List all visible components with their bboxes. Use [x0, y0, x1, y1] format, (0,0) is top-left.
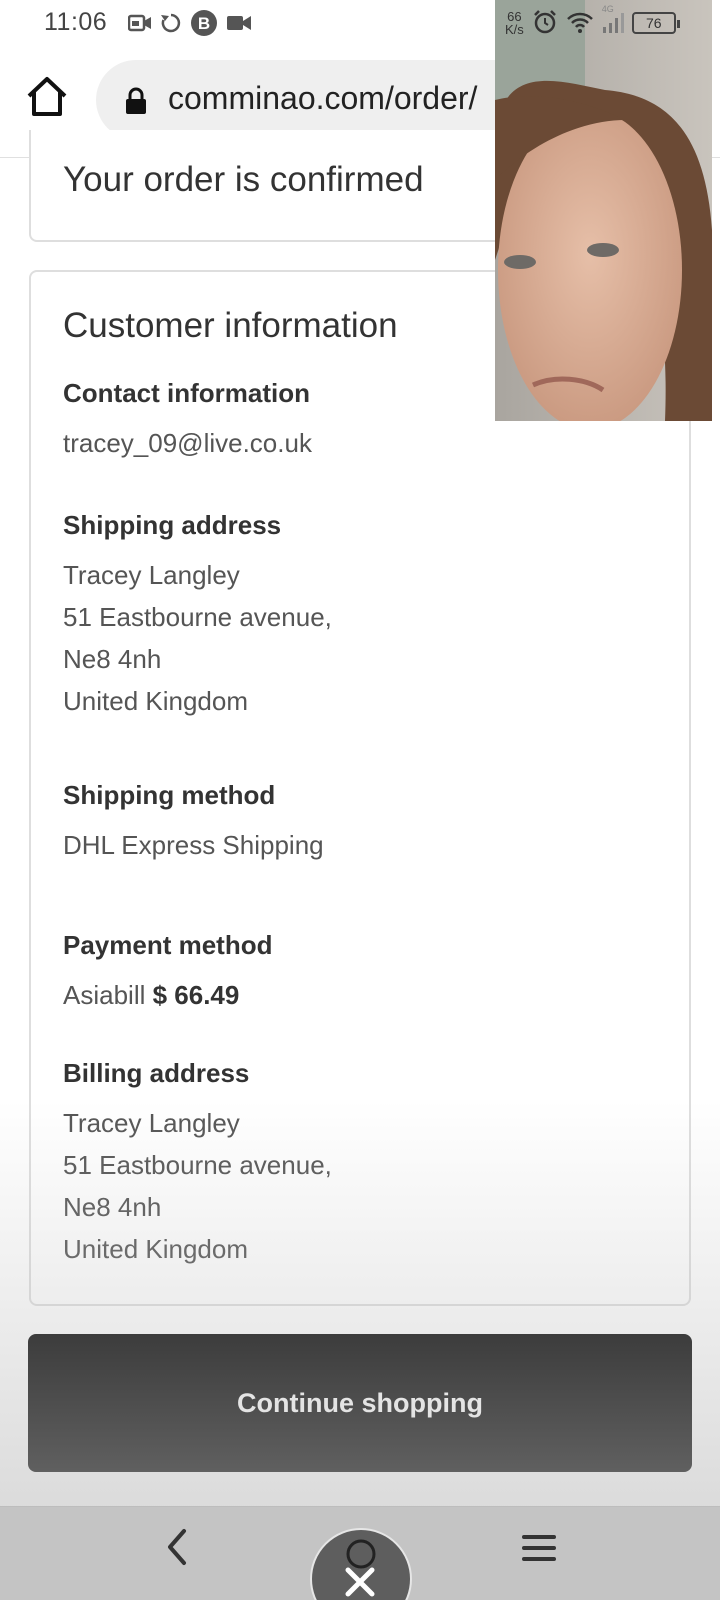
contact-information-heading: Contact information — [63, 378, 310, 408]
signal-icon: 4G — [602, 4, 624, 37]
customer-information-card: Customer information Contact information… — [29, 270, 691, 1306]
network-speed: 66 K/s — [505, 9, 524, 37]
address-line: Ne8 4nh — [63, 644, 162, 674]
address-line: Tracey Langley — [63, 1108, 240, 1138]
address-line: Ne8 4nh — [63, 1192, 162, 1222]
home-button[interactable] — [24, 74, 70, 120]
shipping-method-value: DHL Express Shipping — [63, 830, 324, 860]
billing-address-heading: Billing address — [63, 1058, 250, 1088]
close-icon — [345, 1539, 376, 1597]
floating-close-button[interactable] — [310, 1528, 412, 1600]
camcorder-icon — [226, 13, 252, 33]
video-call-overlay[interactable] — [495, 0, 712, 421]
battery-icon: 76 — [631, 12, 680, 34]
url-text: comminao.com/order/ — [168, 80, 478, 116]
lock-icon — [124, 87, 148, 120]
network-type: 4G — [601, 3, 614, 14]
status-time: 11:06 — [44, 8, 108, 36]
address-line: United Kingdom — [63, 1234, 248, 1264]
video-camera-icon — [128, 13, 152, 33]
payment-amount: $ 66.49 — [152, 980, 240, 1010]
status-icons-right: 66 K/s 4G 76 — [505, 4, 680, 40]
menu-button[interactable] — [522, 1533, 556, 1568]
payment-provider: Asiabill — [63, 980, 146, 1010]
address-line: 51 Eastbourne avenue, — [63, 602, 332, 632]
back-arrow-icon — [168, 1529, 186, 1565]
billing-address: Tracey Langley 51 Eastbourne avenue, Ne8… — [63, 1102, 332, 1270]
wifi-icon — [566, 10, 594, 37]
order-confirmed-title: Your order is confirmed — [63, 160, 424, 199]
customer-information-title: Customer information — [63, 306, 398, 345]
b-app-icon: B — [190, 9, 218, 37]
address-line: 51 Eastbourne avenue, — [63, 1150, 332, 1180]
shipping-address-heading: Shipping address — [63, 510, 282, 540]
address-line: United Kingdom — [63, 686, 248, 716]
video-feed-image — [495, 0, 712, 421]
status-icons-left: B — [128, 8, 252, 38]
back-button[interactable] — [160, 1527, 196, 1572]
svg-text:B: B — [198, 14, 210, 33]
alarm-icon — [532, 9, 558, 38]
refresh-icon — [160, 12, 182, 34]
payment-method-value: Asiabill $ 66.49 — [63, 974, 239, 1016]
contact-email: tracey_09@live.co.uk — [63, 428, 312, 458]
shipping-method-heading: Shipping method — [63, 780, 276, 810]
home-icon — [27, 77, 67, 116]
address-line: Tracey Langley — [63, 560, 240, 590]
menu-icon — [522, 1535, 556, 1561]
continue-shopping-button[interactable]: Continue shopping — [28, 1334, 692, 1472]
shipping-address: Tracey Langley 51 Eastbourne avenue, Ne8… — [63, 554, 332, 722]
payment-method-heading: Payment method — [63, 930, 273, 960]
